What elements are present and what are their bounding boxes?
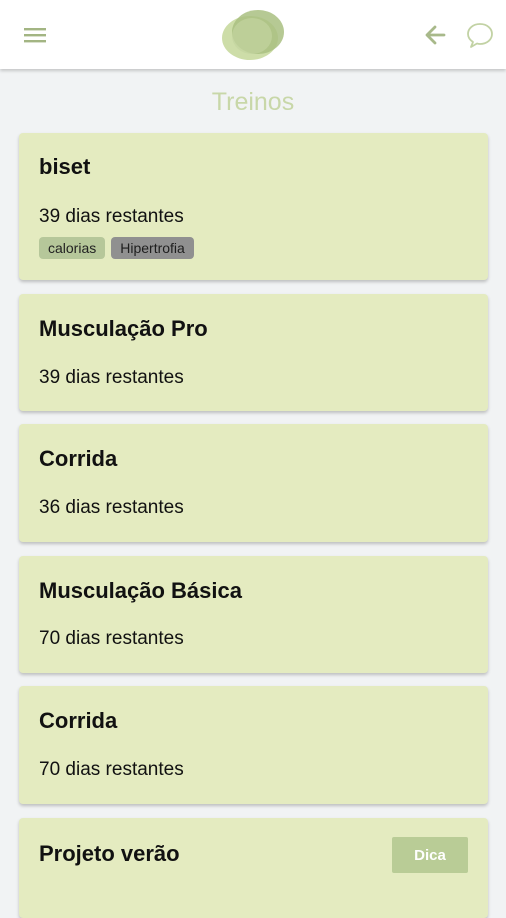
tag-list: calorias Hipertrofia <box>39 237 194 259</box>
workout-card[interactable]: biset 39 dias restantes calorias Hipertr… <box>19 133 488 280</box>
workout-name: Corrida <box>39 708 118 733</box>
days-remaining: 39 dias restantes <box>39 367 184 388</box>
top-app-bar <box>0 0 506 69</box>
workout-name: Musculação Pro <box>39 316 208 341</box>
dica-button[interactable]: Dica <box>392 837 468 873</box>
page-title: Treinos <box>211 88 295 116</box>
workout-name: Projeto verão <box>39 841 180 866</box>
arrow-left-icon[interactable] <box>414 17 456 53</box>
tag-calorias: calorias <box>39 237 106 259</box>
workout-card[interactable]: Projeto verão Dica <box>19 818 488 918</box>
days-remaining: 39 dias restantes <box>39 206 184 227</box>
workout-card[interactable]: Corrida 36 dias restantes <box>19 424 488 542</box>
days-remaining: 70 dias restantes <box>39 759 184 780</box>
tag-hipertrofia: Hipertrofia <box>111 237 194 259</box>
days-remaining: 70 dias restantes <box>39 628 184 649</box>
app-logo <box>218 6 290 64</box>
workout-card[interactable]: Musculação Básica 70 dias restantes <box>19 556 488 673</box>
workout-card[interactable]: Musculação Pro 39 dias restantes <box>19 294 488 411</box>
workout-name: Musculação Básica <box>39 578 242 603</box>
workout-card[interactable]: Corrida 70 dias restantes <box>19 686 488 804</box>
workout-name: biset <box>39 154 91 179</box>
chat-bubble-icon[interactable] <box>458 15 502 55</box>
workout-name: Corrida <box>39 446 118 471</box>
hamburger-menu-icon[interactable] <box>14 17 56 53</box>
days-remaining: 36 dias restantes <box>39 497 184 518</box>
